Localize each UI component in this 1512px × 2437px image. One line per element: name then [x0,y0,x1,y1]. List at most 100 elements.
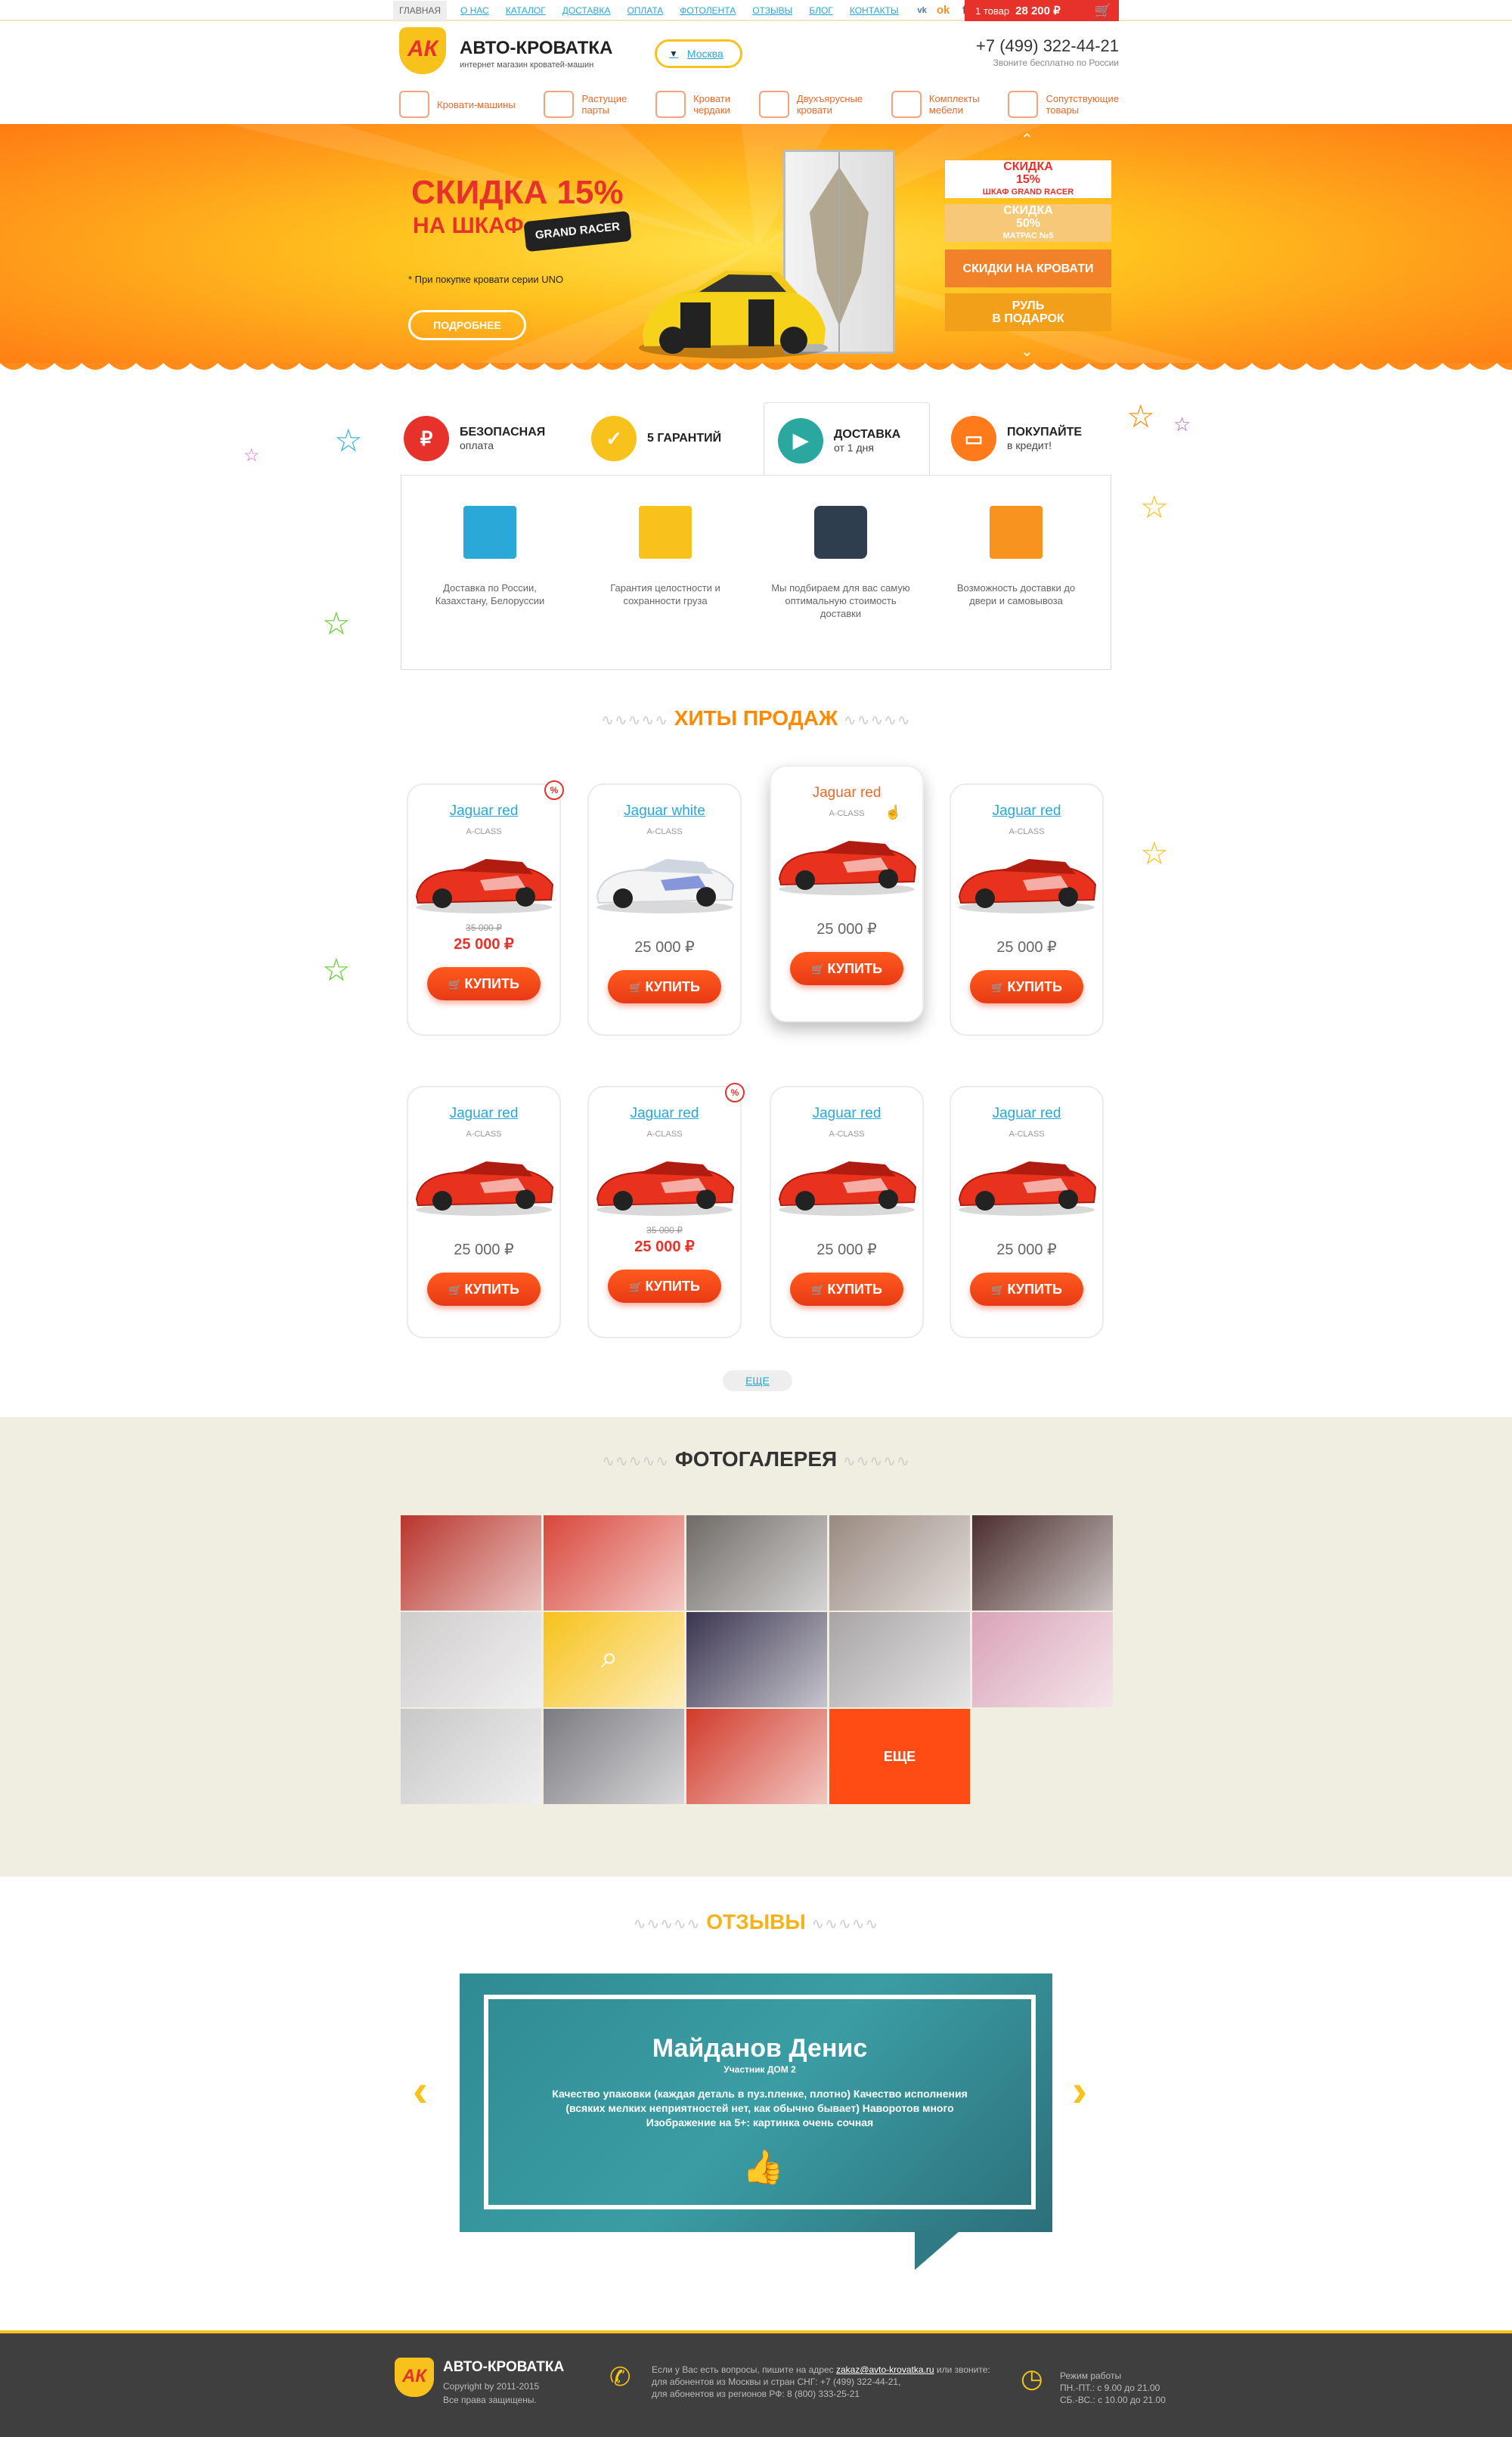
tab-title: БЕЗОПАСНАЯ [460,426,546,439]
gallery-photo[interactable] [401,1709,541,1804]
footer-email[interactable]: zakaz@avto-krovatka.ru [836,2364,934,2375]
nav-link-8[interactable]: КОНТАКТЫ [850,5,899,16]
product-class: A-CLASS [466,827,502,836]
product-card[interactable]: Jaguar red A-CLASS 25 000 ₽ 🛒 КУПИТЬ ☝ [770,765,924,1022]
gallery-photo[interactable] [972,1612,1113,1707]
slider-up-icon[interactable]: ⌃ [1021,130,1033,149]
more-products-button[interactable]: ЕЩЕ [723,1370,792,1391]
desk-icon [544,91,575,118]
category-item[interactable]: Комплекты мебели [891,86,980,122]
tab-1[interactable]: ₽ БЕЗОПАСНАЯ оплата [404,401,545,476]
product-car-image[interactable] [775,1152,919,1217]
category-item[interactable]: Двухъярусные кровати [758,86,863,122]
buy-button[interactable]: 🛒 КУПИТЬ [790,1273,903,1306]
hero-slide-1[interactable]: СКИДКА 50% МАТРАС №5 [945,204,1111,242]
product-name[interactable]: Jaguar red [951,803,1102,820]
product-car-image[interactable] [593,850,736,915]
vk-icon[interactable]: vk [916,4,929,17]
product-car-image[interactable] [412,850,556,915]
tab-2[interactable]: ✓ 5 ГАРАНТИЙ [591,401,721,476]
product-name[interactable]: Jaguar red [408,803,559,820]
phone-number[interactable]: +7 (499) 322-44-21 [930,36,1119,56]
product-card[interactable]: Jaguar red A-CLASS 25 000 ₽ 🛒 КУПИТЬ [407,1086,561,1338]
product-card[interactable]: % Jaguar red A-CLASS 35 000 ₽ 25 000 ₽ 🛒 КУПИ… [587,1083,745,1338]
city-selector[interactable]: ▼ Москва [655,39,742,68]
gallery-more-button[interactable]: ЕЩЕ [829,1709,970,1804]
site-logo[interactable]: АК АВТО-КРОВАТКА интернет магазин кроват… [399,27,626,80]
nav-link-1[interactable]: О НАС [460,5,489,16]
gallery-photo[interactable]: ⌕ [544,1612,684,1707]
basket-icon: 🛒 [629,1281,646,1293]
buy-button[interactable]: 🛒 КУПИТЬ [427,967,541,1000]
gallery-photo[interactable] [829,1612,970,1707]
product-car-image[interactable] [412,1152,556,1217]
category-item[interactable]: Сопутствующие товары [1008,86,1119,122]
buy-button[interactable]: 🛒 КУПИТЬ [608,970,721,1003]
gallery-photo[interactable] [544,1515,684,1611]
buy-button[interactable]: 🛒 КУПИТЬ [427,1273,541,1306]
nav-link-4[interactable]: ОПЛАТА [627,5,663,16]
gallery-photo[interactable] [686,1709,827,1804]
category-item[interactable]: Кровати-машины [399,86,516,122]
buy-button[interactable]: 🛒 КУПИТЬ [790,952,903,985]
buy-button[interactable]: 🛒 КУПИТЬ [970,970,1083,1003]
nav-link-7[interactable]: БЛОГ [809,5,833,16]
product-car-image[interactable] [775,832,919,897]
product-name[interactable]: Jaguar red [589,1105,740,1122]
product-car-image[interactable] [593,1152,736,1217]
category-item[interactable]: Кровати чердаки [655,86,730,122]
product-car-image[interactable] [955,1152,1098,1217]
product-name[interactable]: Jaguar white [589,803,740,820]
product-price: 25 000 ₽ [996,939,1057,956]
nav-link-6[interactable]: ОТЗЫВЫ [752,5,792,16]
gallery-photo[interactable] [972,1515,1113,1611]
gallery-photo[interactable] [686,1612,827,1707]
product-card[interactable]: Jaguar white A-CLASS 25 000 ₽ 🛒 КУПИТЬ [587,783,742,1036]
tab-4[interactable]: ▭ ПОКУПАЙТЕ в кредит! [951,401,1082,476]
nav-link-2[interactable]: КАТАЛОГ [506,5,546,16]
cart-button[interactable]: 1 товар 28 200 ₽ 🛒 [965,0,1119,21]
product-car-image[interactable] [955,850,1098,915]
hero-details-button[interactable]: ПОДРОБНЕЕ [408,310,526,340]
product-name[interactable]: Jaguar red [951,1105,1102,1122]
gallery-photo[interactable] [544,1709,684,1804]
speech-tail-icon [915,2231,960,2270]
category-item[interactable]: Растущие парты [544,86,627,122]
gallery-photo[interactable] [401,1515,541,1611]
hero-slide-3[interactable]: РУЛЬ В ПОДАРОК [945,293,1111,331]
basket-icon: 🛒 [629,981,646,994]
wave-ornament-icon: ∿∿∿∿∿ [633,1916,701,1933]
wave-ornament-icon: ∿∿∿∿∿ [842,1453,910,1470]
product-price: 25 000 ₽ [454,1242,514,1258]
buy-label: КУПИТЬ [827,1282,882,1297]
product-card[interactable]: Jaguar red A-CLASS 25 000 ₽ 🛒 КУПИТЬ [950,1086,1104,1338]
hero-slide-2[interactable]: СКИДКИ НА КРОВАТИ [945,250,1111,287]
gallery-photo[interactable] [686,1515,827,1611]
nav-link-3[interactable]: ДОСТАВКА [562,5,611,16]
gallery-photo[interactable] [401,1612,541,1707]
product-card[interactable]: % Jaguar red A-CLASS 35 000 ₽ 25 000 ₽ 🛒 КУПИ… [407,780,564,1036]
boxes-icon [639,506,692,559]
product-class: A-CLASS [1009,827,1045,836]
tab-3[interactable]: ▶ ДОСТАВКА от 1 дня [764,402,930,478]
product-card[interactable]: Jaguar red A-CLASS 25 000 ₽ 🛒 КУПИТЬ [950,783,1104,1036]
product-card[interactable]: Jaguar red A-CLASS 25 000 ₽ 🛒 КУПИТЬ [770,1086,924,1338]
nav-link-5[interactable]: ФОТОЛЕНТА [680,5,736,16]
clock-icon: ◷ [1021,2364,1043,2393]
map-pin-icon [463,506,516,559]
prev-review-arrow-icon[interactable]: ‹ [413,2064,428,2116]
buy-button[interactable]: 🛒 КУПИТЬ [970,1273,1083,1306]
odnoklassniki-icon[interactable]: ok [937,4,950,17]
buy-button[interactable]: 🛒 КУПИТЬ [608,1270,721,1303]
product-name[interactable]: Jaguar red [771,1105,922,1122]
zoom-icon: ⌕ [601,1641,618,1674]
hero-slide-0[interactable]: СКИДКА 15% ШКАФ GRAND RACER [945,160,1111,198]
basket-icon: 🛒 [448,1284,465,1296]
slider-down-icon[interactable]: ⌄ [1021,342,1033,361]
nav-link-0[interactable]: ГЛАВНАЯ [393,1,448,20]
product-class: A-CLASS [646,1130,683,1139]
gallery-photo[interactable] [829,1515,970,1611]
product-name[interactable]: Jaguar red [771,785,922,801]
product-name[interactable]: Jaguar red [408,1105,559,1122]
next-review-arrow-icon[interactable]: › [1072,2064,1087,2116]
